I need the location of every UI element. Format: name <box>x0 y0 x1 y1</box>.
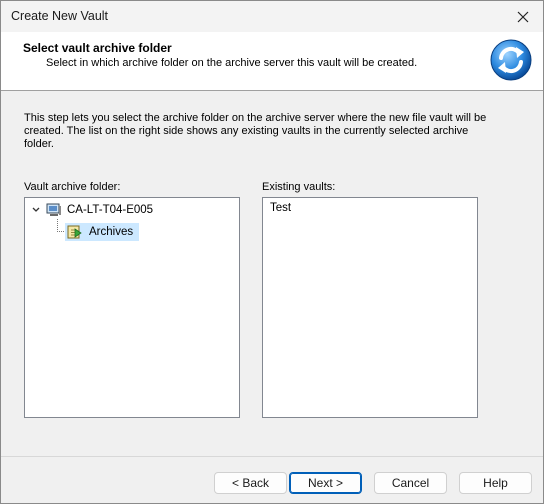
help-button[interactable]: Help <box>459 472 532 494</box>
footer-separator <box>1 456 543 457</box>
back-button[interactable]: < Back <box>214 472 287 494</box>
tree-archives-label: Archives <box>89 226 134 238</box>
step-description: This step lets you select the archive fo… <box>24 112 487 150</box>
header-subtitle: Select in which archive folder on the ar… <box>46 57 418 69</box>
chevron-down-icon[interactable] <box>31 205 41 215</box>
header-title: Select vault archive folder <box>23 41 172 55</box>
tree-node-server[interactable]: CA-LT-T04-E005 <box>31 201 153 219</box>
archive-folder-icon <box>67 225 82 239</box>
archive-folder-tree[interactable]: CA-LT-T04-E005 Archives <box>24 197 240 418</box>
create-new-vault-dialog: Create New Vault Select vault archive fo… <box>0 0 544 504</box>
refresh-sync-icon <box>490 39 532 81</box>
vault-archive-folder-label: Vault archive folder: <box>24 181 121 193</box>
existing-vaults-list[interactable]: Test <box>262 197 478 418</box>
tree-node-archives[interactable]: Archives <box>65 223 140 241</box>
window-title: Create New Vault <box>11 9 109 23</box>
vault-list-item[interactable]: Test <box>270 202 291 214</box>
computer-icon <box>46 203 61 216</box>
cancel-button[interactable]: Cancel <box>374 472 447 494</box>
title-bar: Create New Vault <box>1 1 543 32</box>
next-button[interactable]: Next > <box>289 472 362 494</box>
selected-highlight: Archives <box>65 223 140 241</box>
close-button[interactable] <box>503 1 543 32</box>
wizard-header: Select vault archive folder Select in wh… <box>1 32 543 91</box>
existing-vaults-label: Existing vaults: <box>262 181 336 193</box>
tree-server-label: CA-LT-T04-E005 <box>67 204 154 216</box>
close-icon <box>517 11 529 22</box>
